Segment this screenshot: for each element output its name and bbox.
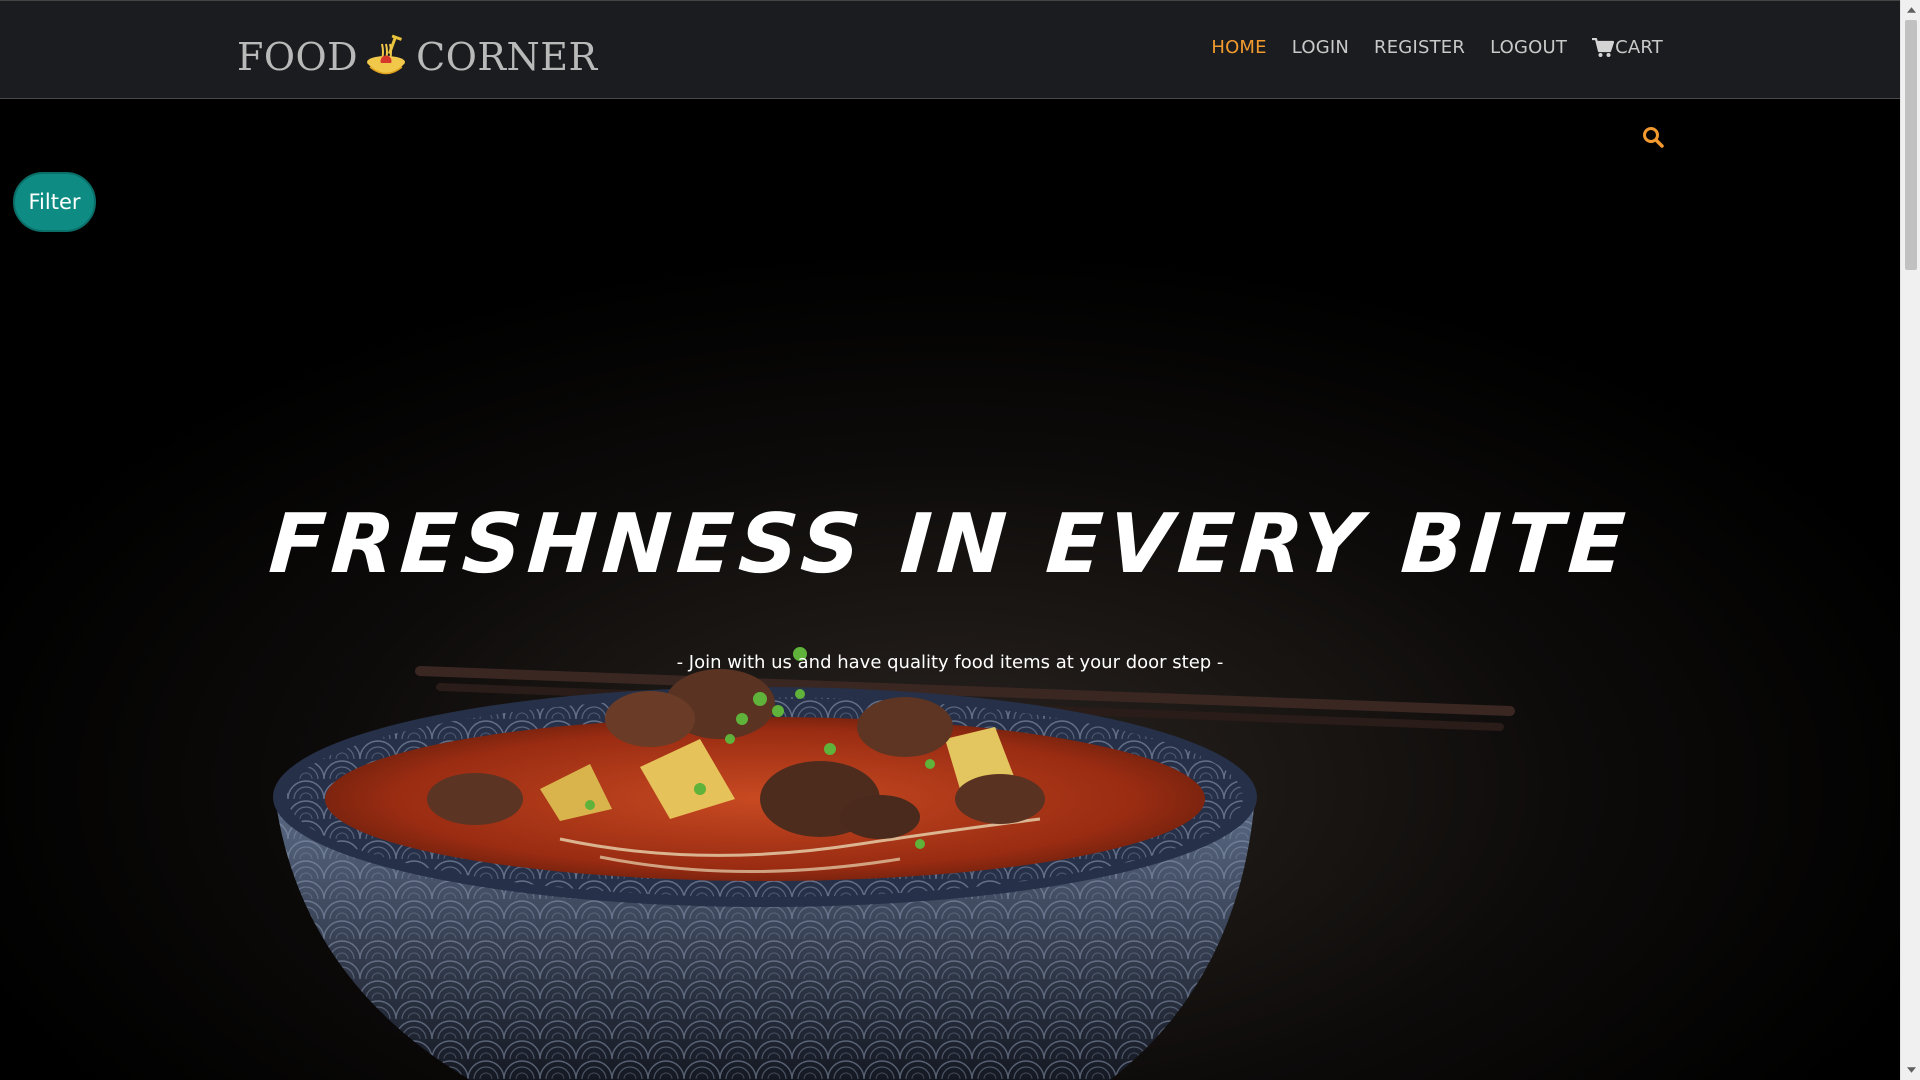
hero-section: Filter FRESHNESS IN EVERY BITE - Join wi… xyxy=(0,99,1900,1080)
nav-login-link[interactable]: LOGIN xyxy=(1292,37,1349,58)
search-button[interactable] xyxy=(1641,125,1665,149)
hero-subtitle: - Join with us and have quality food ite… xyxy=(676,652,1224,673)
brand-name-right: CORNER xyxy=(416,35,598,79)
hero-title: FRESHNESS IN EVERY BITE xyxy=(266,497,1634,592)
scroll-down-arrow-icon[interactable] xyxy=(1901,1060,1920,1080)
cart-icon xyxy=(1592,37,1615,57)
brand-logo[interactable]: FOOD CORNER xyxy=(237,33,598,81)
cart-label: CART xyxy=(1615,37,1663,58)
nav-home-link[interactable]: HOME xyxy=(1211,37,1266,58)
search-icon xyxy=(1643,127,1664,148)
noodle-bowl-icon xyxy=(364,34,410,80)
scroll-up-arrow-icon[interactable] xyxy=(1901,0,1920,20)
nav-logout-link[interactable]: LOGOUT xyxy=(1490,37,1567,58)
nav-links: HOME LOGIN REGISTER LOGOUT CART xyxy=(1211,37,1663,58)
navbar: FOOD CORNER HOME LOGIN REGISTER LOGOUT C… xyxy=(0,0,1900,99)
scrollbar-thumb[interactable] xyxy=(1905,20,1917,270)
nav-register-link[interactable]: REGISTER xyxy=(1374,37,1465,58)
nav-cart-link[interactable]: CART xyxy=(1592,37,1663,58)
page: FOOD CORNER HOME LOGIN REGISTER LOGOUT C… xyxy=(0,0,1920,1080)
filter-button[interactable]: Filter xyxy=(13,172,96,232)
brand-name-left: FOOD xyxy=(237,35,359,79)
vertical-scrollbar[interactable] xyxy=(1900,0,1920,1080)
